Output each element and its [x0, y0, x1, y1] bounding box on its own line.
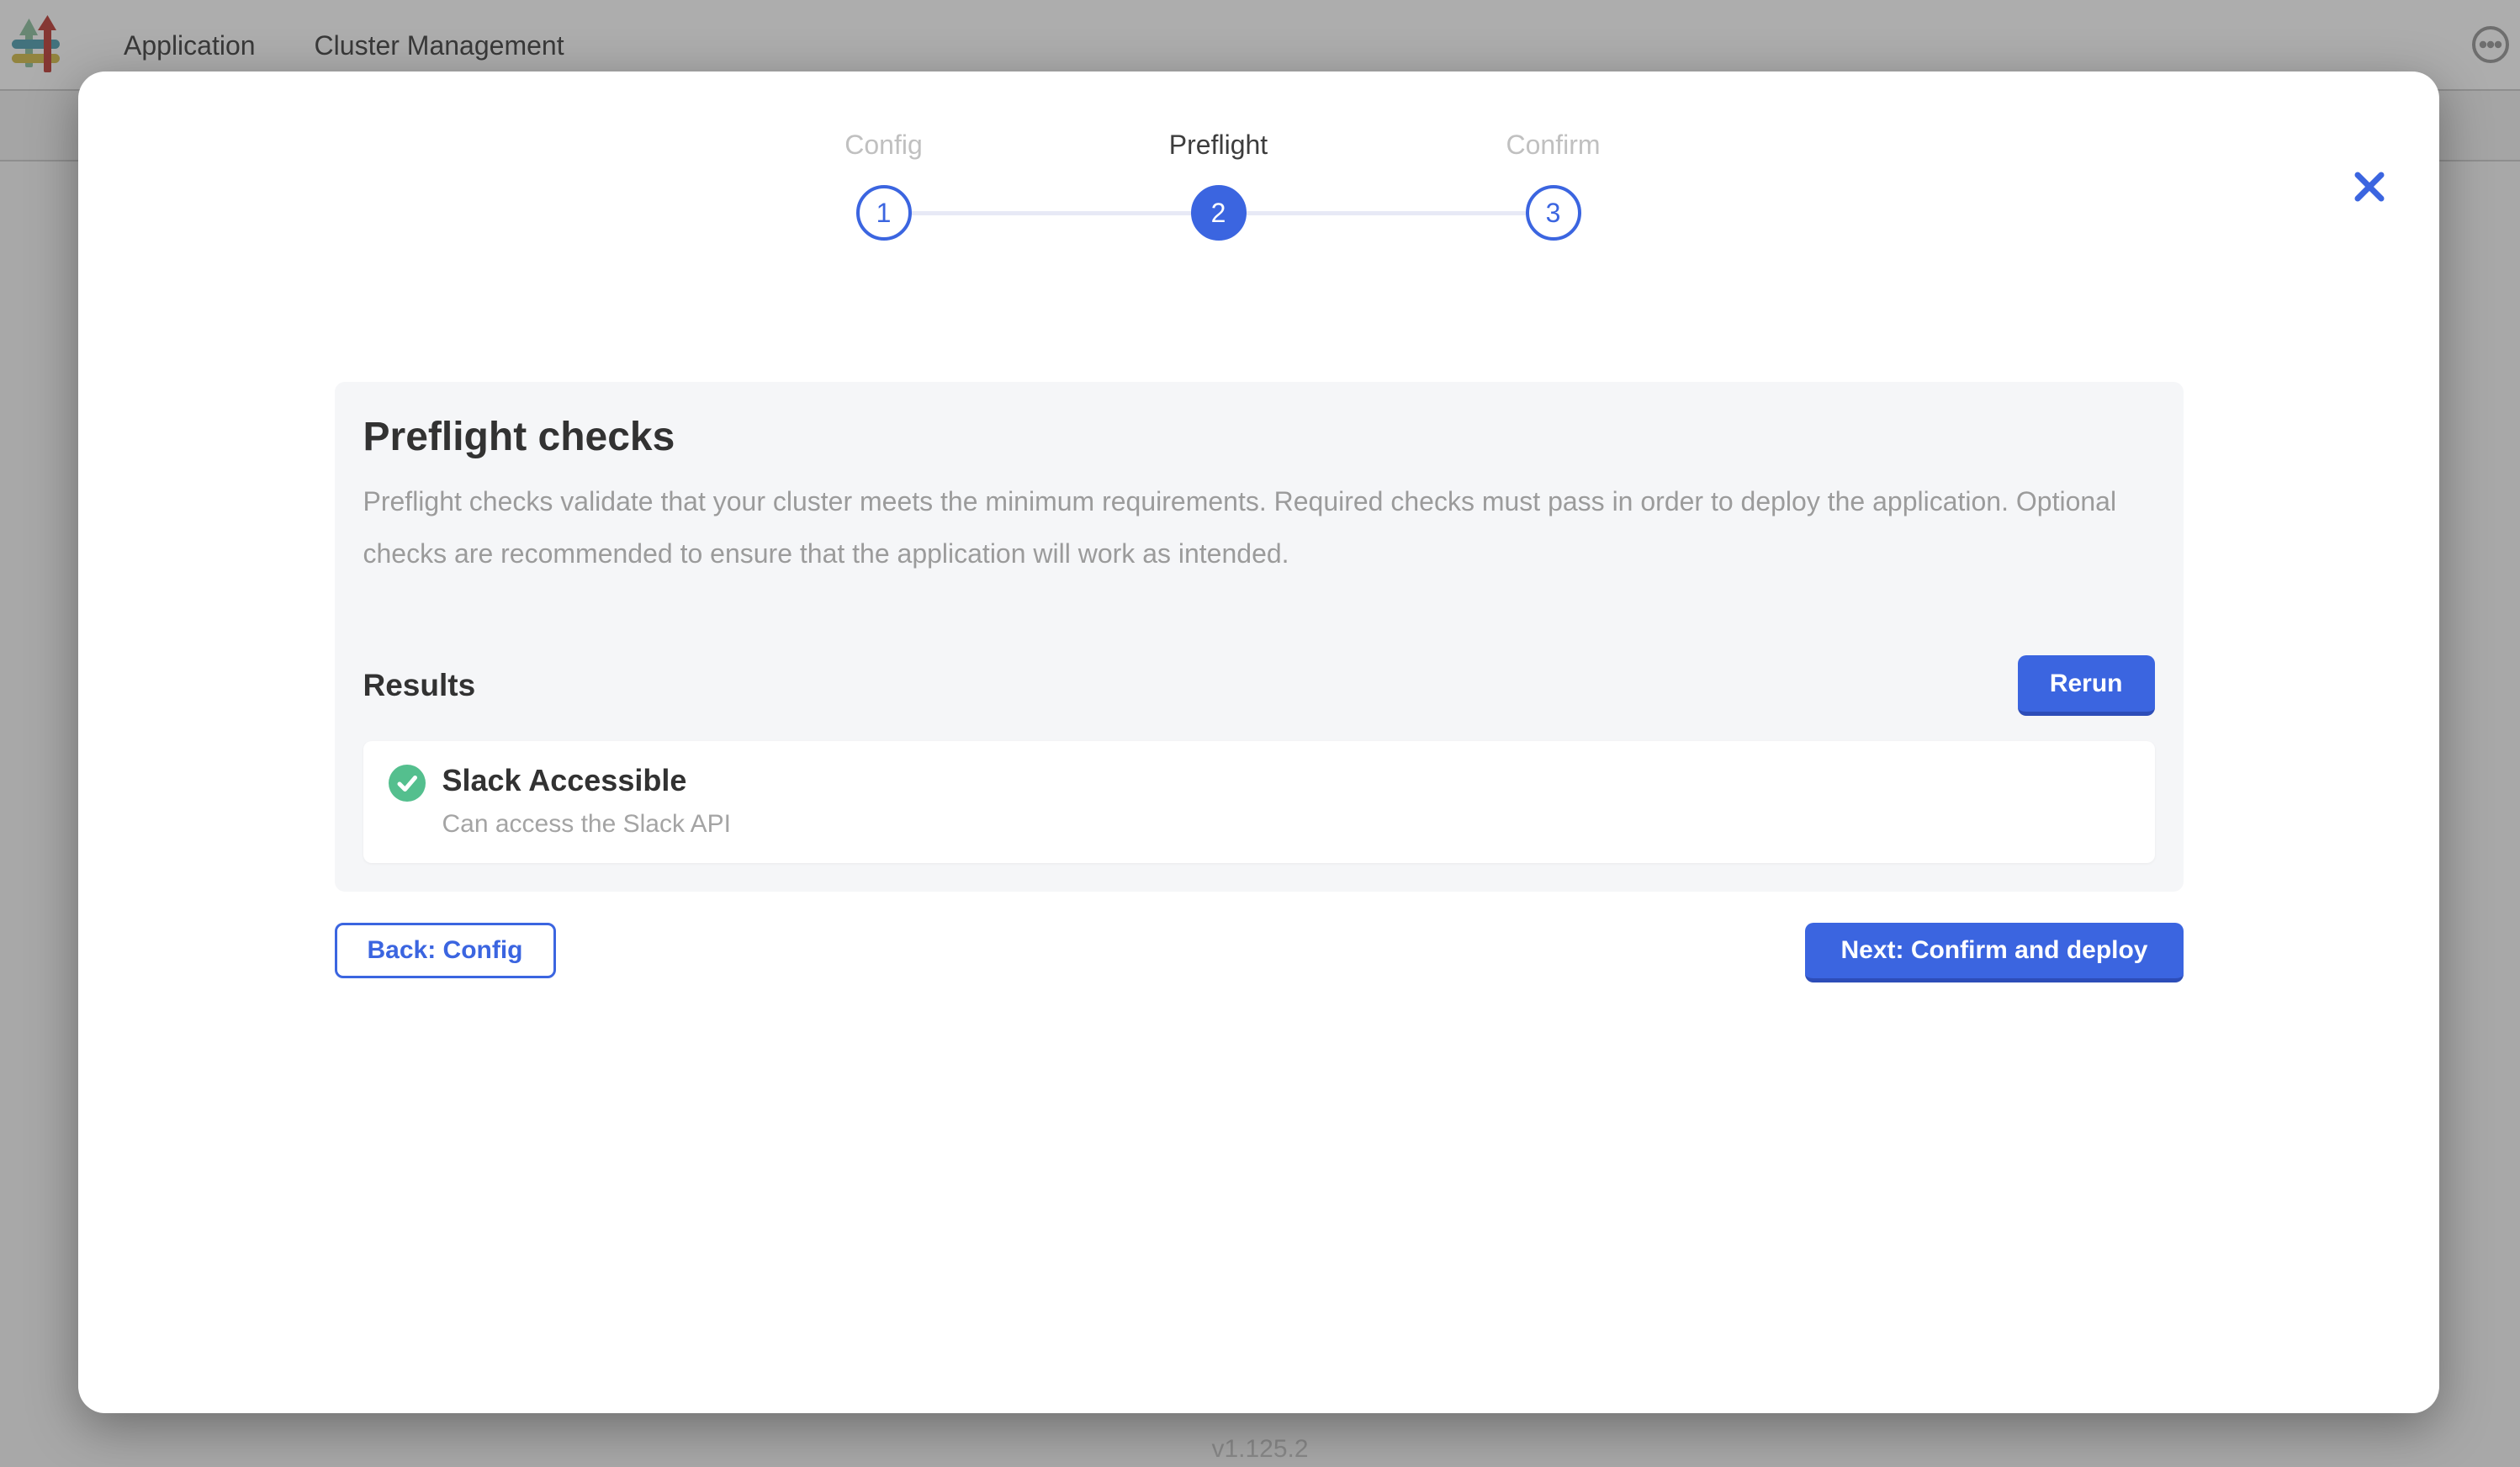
- check-name: Slack Accessible: [442, 763, 732, 798]
- next-confirm-deploy-button[interactable]: Next: Confirm and deploy: [1805, 923, 2183, 982]
- results-heading: Results: [363, 668, 476, 703]
- screen: Application Cluster Management v1.125.2 …: [0, 0, 2520, 1467]
- step-connector: [912, 211, 1191, 215]
- step-config-label: Config: [844, 130, 923, 161]
- step-connector: [1247, 211, 1526, 215]
- step-preflight: Preflight 2: [1191, 185, 1247, 241]
- close-icon[interactable]: [2350, 167, 2389, 206]
- step-preflight-label: Preflight: [1169, 130, 1268, 161]
- preflight-checks-card: Preflight checks Preflight checks valida…: [335, 382, 2184, 892]
- step-confirm-label: Confirm: [1506, 130, 1600, 161]
- results-bar: Results Rerun: [363, 655, 2155, 716]
- wizard-stepper: Config 1 Preflight 2 Confirm 3: [856, 185, 1581, 241]
- step-confirm: Confirm 3: [1526, 185, 1581, 241]
- check-result-row: Slack Accessible Can access the Slack AP…: [363, 741, 2155, 863]
- step-config: Config 1: [856, 185, 912, 241]
- back-config-button[interactable]: Back: Config: [335, 923, 556, 978]
- modal-actions: Back: Config Next: Confirm and deploy: [335, 923, 2184, 982]
- preflight-modal: Config 1 Preflight 2 Confirm 3 Preflight…: [78, 71, 2439, 1413]
- check-texts: Slack Accessible Can access the Slack AP…: [442, 763, 732, 839]
- check-pass-icon: [389, 765, 426, 802]
- card-title: Preflight checks: [363, 414, 2155, 460]
- step-preflight-circle[interactable]: 2: [1191, 185, 1247, 241]
- card-description: Preflight checks validate that your clus…: [363, 475, 2155, 580]
- check-detail: Can access the Slack API: [442, 810, 732, 839]
- rerun-button[interactable]: Rerun: [2018, 655, 2155, 716]
- step-confirm-circle[interactable]: 3: [1526, 185, 1581, 241]
- step-config-circle[interactable]: 1: [856, 185, 912, 241]
